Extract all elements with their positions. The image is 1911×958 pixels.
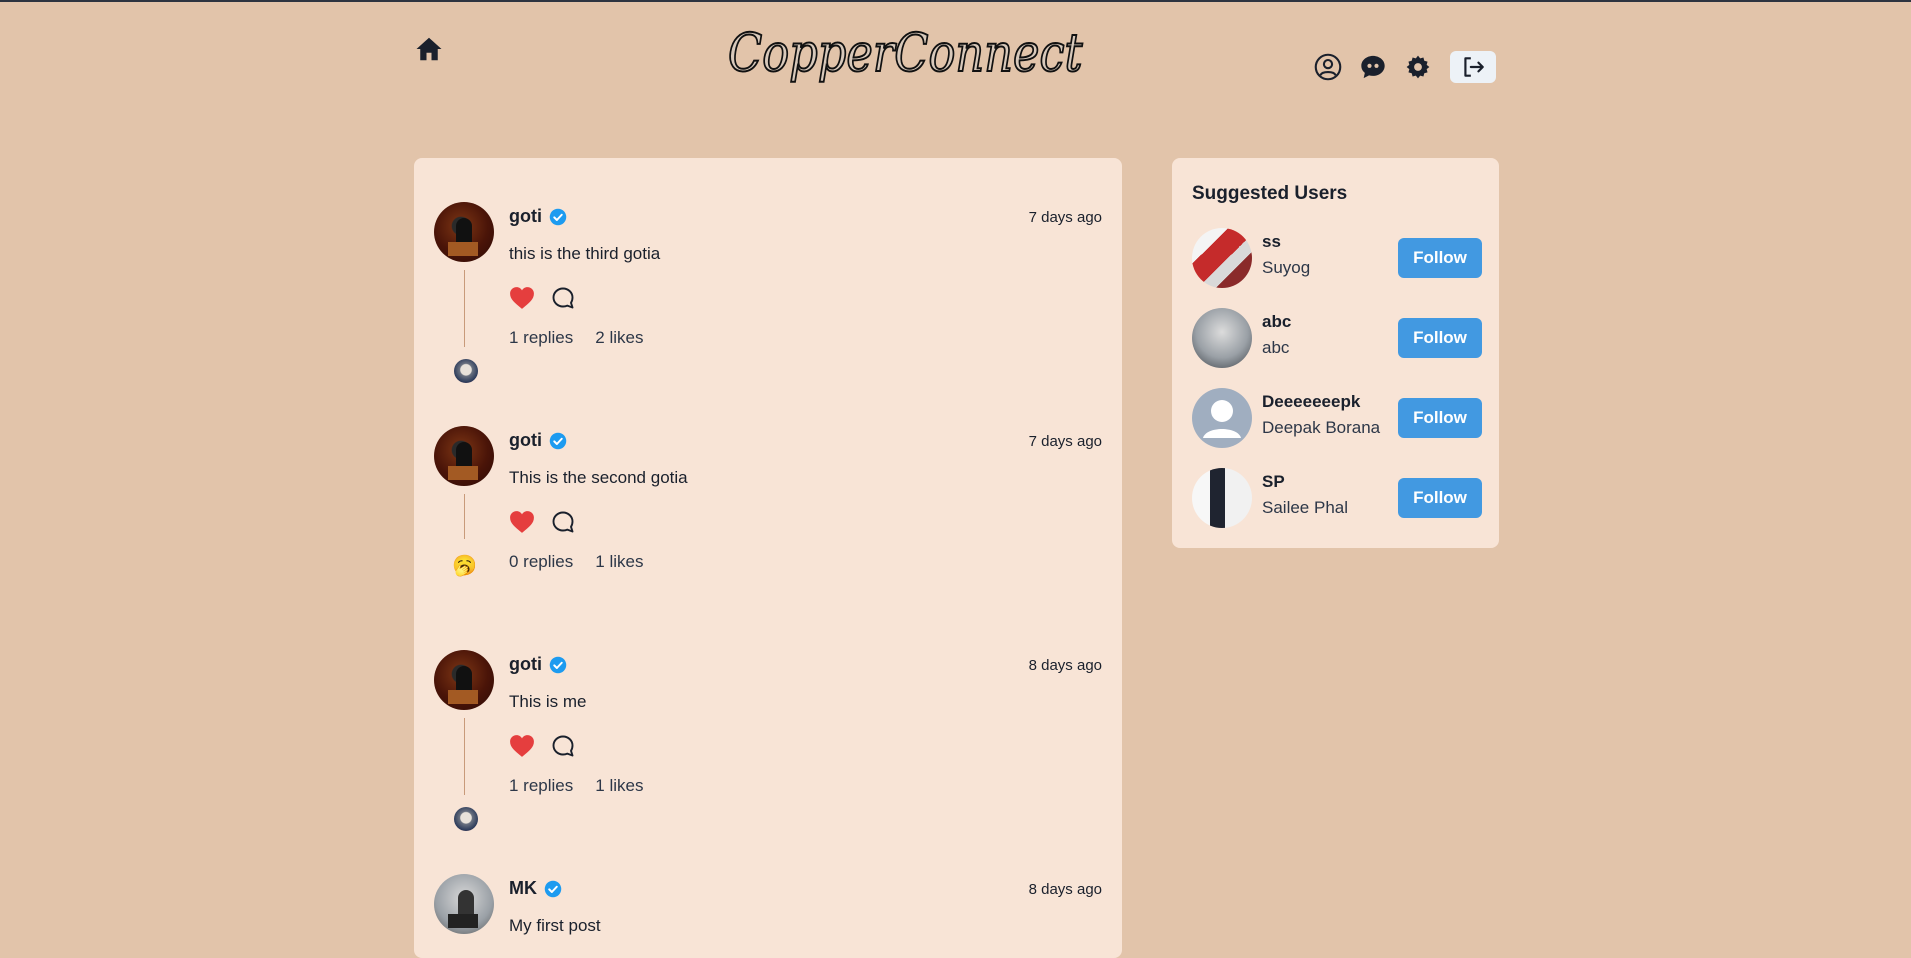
user-fullname: Sailee Phal [1262,498,1349,517]
avatar[interactable] [434,202,494,262]
user-fullname: Deepak Borana [1262,418,1381,437]
suggested-users-panel: Suggested Users ss Suyog Follow abc abc … [1172,158,1499,548]
default-avatar-icon[interactable] [1192,388,1252,448]
home-icon[interactable] [414,34,444,64]
post-stats: 0 replies 1 likes [509,552,643,572]
reply-avatar[interactable] [454,359,478,383]
post-text: My first post [509,916,601,935]
like-icon[interactable] [509,734,535,758]
avatar[interactable] [1192,468,1252,528]
suggested-users-title: Suggested Users [1192,183,1348,204]
user-fullname: Suyog [1262,258,1311,277]
header-actions [1313,49,1496,85]
post-stats: 1 replies 2 likes [509,328,643,348]
comment-icon[interactable] [551,286,575,310]
post-text: This is me [509,692,587,711]
avatar[interactable] [434,426,494,486]
suggested-user-item: SP Sailee Phal Follow [1192,468,1482,528]
suggested-user-item: ss Suyog Follow [1192,228,1482,288]
avatar[interactable] [1192,308,1252,368]
post-actions [509,510,575,534]
follow-button[interactable]: Follow [1398,398,1482,438]
avatar[interactable] [1192,228,1252,288]
user-fullname: abc [1262,338,1290,357]
top-header: CopperConnect [0,2,1911,122]
logout-button[interactable] [1450,51,1496,83]
likes-count: 1 likes [595,776,644,795]
verified-badge-icon [549,432,567,449]
profile-icon[interactable] [1313,52,1343,82]
replies-count[interactable]: 1 replies [509,328,573,348]
post-timestamp: 8 days ago [1028,881,1102,898]
verified-badge-icon [544,880,562,897]
avatar[interactable] [434,874,494,934]
post-username[interactable]: goti [509,654,567,675]
post-username[interactable]: goti [509,430,567,451]
likes-count: 2 likes [595,328,644,347]
reply-avatar[interactable]: 🥱 [452,554,477,578]
thread-line [464,718,465,795]
post-stats: 1 replies 1 likes [509,776,643,796]
post-feed: goti 7 days ago this is the third gotia … [414,158,1122,958]
post-username[interactable]: goti [509,206,567,227]
post-timestamp: 7 days ago [1028,209,1102,226]
post-actions [509,734,575,758]
user-handle[interactable]: Deeeeeeepk [1262,392,1360,412]
verified-badge-icon [549,656,567,673]
user-handle[interactable]: ss [1262,232,1281,252]
post-actions [509,286,575,310]
suggested-user-item: abc abc Follow [1192,308,1482,368]
logout-icon [1464,57,1484,77]
replies-count[interactable]: 1 replies [509,776,573,796]
settings-icon[interactable] [1403,52,1433,82]
post-text: This is the second gotia [509,468,688,487]
thread-line [464,270,465,347]
post-username[interactable]: MK [509,878,562,899]
suggested-user-item: Deeeeeeepk Deepak Borana Follow [1192,388,1482,448]
likes-count: 1 likes [595,552,644,571]
follow-button[interactable]: Follow [1398,478,1482,518]
follow-button[interactable]: Follow [1398,318,1482,358]
comment-icon[interactable] [551,510,575,534]
chat-icon[interactable] [1358,52,1388,82]
verified-badge-icon [549,208,567,225]
comment-icon[interactable] [551,734,575,758]
post-text: this is the third gotia [509,244,661,263]
post-timestamp: 7 days ago [1028,433,1102,450]
app-logo[interactable]: CopperConnect [727,23,1083,85]
user-handle[interactable]: abc [1262,312,1291,332]
reply-avatar[interactable] [454,807,478,831]
like-icon[interactable] [509,510,535,534]
follow-button[interactable]: Follow [1398,238,1482,278]
post-timestamp: 8 days ago [1028,657,1102,674]
user-handle[interactable]: SP [1262,472,1285,492]
avatar[interactable] [434,650,494,710]
replies-count[interactable]: 0 replies [509,552,573,572]
like-icon[interactable] [509,286,535,310]
thread-line [464,494,465,539]
